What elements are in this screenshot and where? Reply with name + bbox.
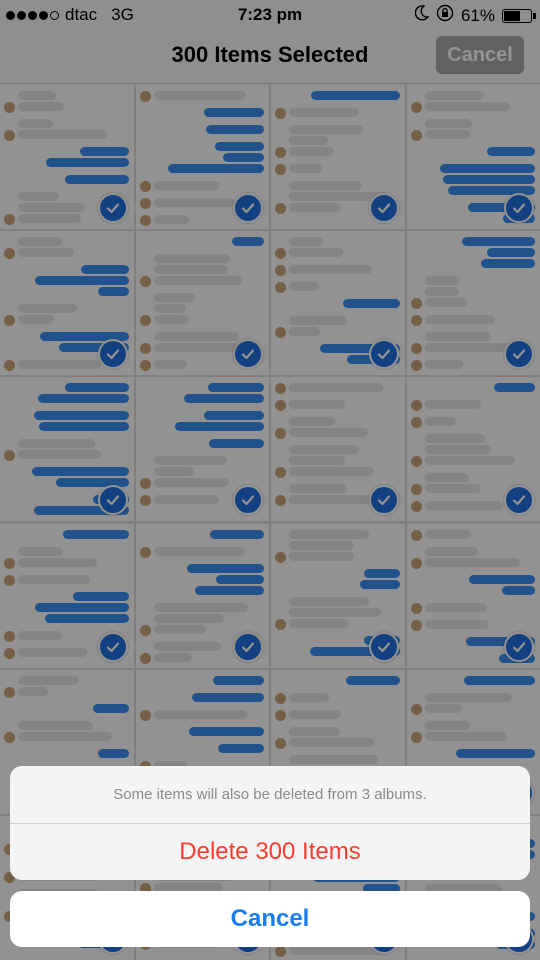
delete-items-button[interactable]: Delete 300 Items: [10, 824, 530, 880]
action-sheet-cancel-button[interactable]: Cancel: [10, 891, 530, 947]
action-sheet-message: Some items will also be deleted from 3 a…: [10, 766, 530, 824]
action-sheet: Some items will also be deleted from 3 a…: [10, 766, 530, 880]
